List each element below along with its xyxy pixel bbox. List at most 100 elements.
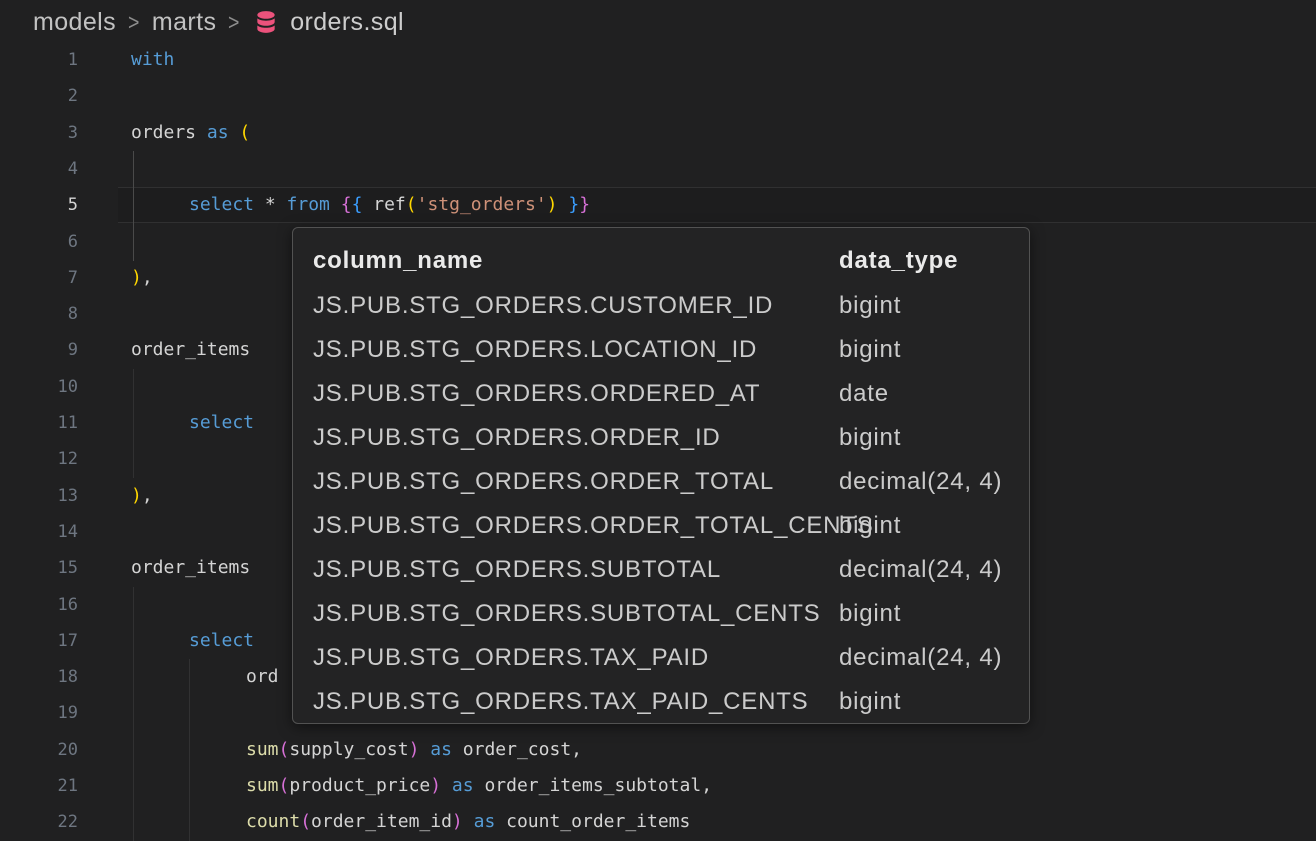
code-text[interactable]: ), — [131, 260, 153, 296]
line-number: 3 — [0, 115, 78, 151]
token-str: 'stg_orders' — [417, 194, 547, 215]
hover-cell-column-name: JS.PUB.STG_ORDERS.TAX_PAID — [313, 644, 709, 671]
indent-guide — [133, 768, 134, 805]
line-number: 13 — [0, 478, 78, 514]
indent-guide — [189, 732, 190, 769]
hover-table-row: JS.PUB.STG_ORDERS.TAX_PAID decimal(24, 4) — [293, 636, 1029, 680]
code-text[interactable]: count(order_item_id) as count_order_item… — [246, 804, 690, 840]
token-fn: count — [246, 811, 300, 832]
code-line[interactable]: 4 — [0, 151, 1316, 187]
hover-header-column-name: column_name — [313, 247, 483, 274]
indent-guide — [133, 441, 134, 478]
code-text[interactable]: ), — [131, 478, 153, 514]
token-fn: sum — [246, 739, 279, 760]
hover-header-data-type: data_type — [839, 238, 958, 284]
line-number: 20 — [0, 732, 78, 768]
code-line[interactable]: 1with — [0, 42, 1316, 78]
hover-cell-data-type: decimal(24, 4) — [839, 636, 1002, 680]
token-id: order_items_subtotal, — [484, 775, 712, 796]
code-line[interactable]: 20 sum(supply_cost) as order_cost, — [0, 732, 1316, 768]
token-kw: select — [189, 194, 265, 215]
hover-table-header: column_name data_type — [293, 238, 1029, 284]
line-number: 22 — [0, 804, 78, 840]
token-kw: as — [419, 739, 462, 760]
line-number: 17 — [0, 623, 78, 659]
indent-guide — [189, 768, 190, 805]
token-kw: select — [189, 630, 254, 651]
token-kw: as — [441, 775, 484, 796]
line-number: 16 — [0, 587, 78, 623]
token-kw: select — [189, 412, 254, 433]
line-number: 15 — [0, 550, 78, 586]
line-number: 9 — [0, 332, 78, 368]
indent-guide — [133, 587, 134, 624]
line-number: 6 — [0, 224, 78, 260]
token-fn: sum — [246, 775, 279, 796]
hover-table-row: JS.PUB.STG_ORDERS.LOCATION_IDbigint — [293, 328, 1029, 372]
code-text[interactable]: select — [189, 405, 254, 441]
token-id: ord — [246, 666, 279, 687]
token-id: supply_cost — [289, 739, 408, 760]
code-text[interactable]: orders as ( — [131, 115, 250, 151]
token-b2: } — [579, 194, 590, 215]
indent-guide — [133, 369, 134, 406]
code-line[interactable]: 22 count(order_item_id) as count_order_it… — [0, 804, 1316, 840]
hover-table-row: JS.PUB.STG_ORDERS.ORDERED_AT date — [293, 372, 1029, 416]
indent-guide — [133, 151, 134, 188]
line-number: 18 — [0, 659, 78, 695]
code-text[interactable]: select — [189, 623, 254, 659]
hover-cell-column-name: JS.PUB.STG_ORDERS.SUBTOTAL — [313, 556, 721, 583]
line-number: 5 — [0, 187, 78, 223]
hover-cell-column-name: JS.PUB.STG_ORDERS.CUSTOMER_ID — [313, 292, 773, 319]
token-b2: ( — [279, 775, 290, 796]
code-line[interactable]: 21sum(product_price) as order_items_subt… — [0, 768, 1316, 804]
token-b3: { — [352, 194, 363, 215]
hover-cell-data-type: date — [839, 372, 889, 416]
hover-table-row: JS.PUB.STG_ORDERS.ORDER_TOTAL_CENTSbigin… — [293, 504, 1029, 548]
hover-cell-data-type: bigint — [839, 284, 901, 328]
hover-cell-column-name: JS.PUB.STG_ORDERS.TAX_PAID_CENTS — [313, 688, 809, 715]
hover-cell-column-name: JS.PUB.STG_ORDERS.ORDERED_AT — [313, 380, 760, 407]
code-text[interactable]: order_items — [131, 550, 250, 586]
token-id: , — [142, 267, 153, 288]
token-id: order_items — [131, 339, 250, 360]
token-b1: ( — [239, 122, 250, 143]
code-text[interactable]: with — [131, 42, 174, 78]
code-text[interactable]: order_items — [131, 332, 250, 368]
line-number: 7 — [0, 260, 78, 296]
code-line[interactable]: 3 orders as ( — [0, 115, 1316, 151]
code-text[interactable]: ord — [246, 659, 279, 695]
hover-cell-column-name: JS.PUB.STG_ORDERS.ORDER_TOTAL — [313, 468, 774, 495]
token-kw: with — [131, 49, 174, 70]
token-b2: { — [341, 194, 352, 215]
indent-guide — [133, 623, 134, 660]
token-b1: ) — [131, 267, 142, 288]
token-id: count_order_items — [506, 811, 690, 832]
hover-cell-data-type: bigint — [839, 592, 901, 636]
hover-cell-column-name: JS.PUB.STG_ORDERS.ORDER_TOTAL_CENTS — [313, 512, 874, 539]
token-b2: ) — [409, 739, 420, 760]
indent-guide — [189, 804, 190, 841]
indent-guide — [133, 224, 134, 261]
token-kw: from — [287, 194, 341, 215]
code-text[interactable]: select * from {{ ref('stg_orders') }} — [189, 187, 590, 223]
indent-guide — [133, 187, 134, 224]
code-line[interactable]: 5 select * from {{ ref('stg_orders') }} — [0, 187, 1316, 223]
token-kw: as — [463, 811, 506, 832]
token-b1: ) — [547, 194, 558, 215]
indent-guide — [133, 695, 134, 732]
indent-guide — [133, 732, 134, 769]
hover-cell-column-name: JS.PUB.STG_ORDERS.ORDER_ID — [313, 424, 721, 451]
hover-cell-data-type: bigint — [839, 328, 901, 372]
code-line[interactable]: 2 — [0, 78, 1316, 114]
hover-table-row: JS.PUB.STG_ORDERS.SUBTOTAL_CENTS bigint — [293, 592, 1029, 636]
token-b2: ( — [279, 739, 290, 760]
code-text[interactable]: sum(supply_cost) as order_cost, — [246, 732, 582, 768]
code-text[interactable]: sum(product_price) as order_items_subtot… — [246, 768, 712, 804]
token-b1: ( — [406, 194, 417, 215]
hover-cell-column-name: JS.PUB.STG_ORDERS.SUBTOTAL_CENTS — [313, 600, 821, 627]
token-b3: } — [558, 194, 580, 215]
line-number: 2 — [0, 78, 78, 114]
line-number: 10 — [0, 369, 78, 405]
token-id: orders — [131, 122, 207, 143]
